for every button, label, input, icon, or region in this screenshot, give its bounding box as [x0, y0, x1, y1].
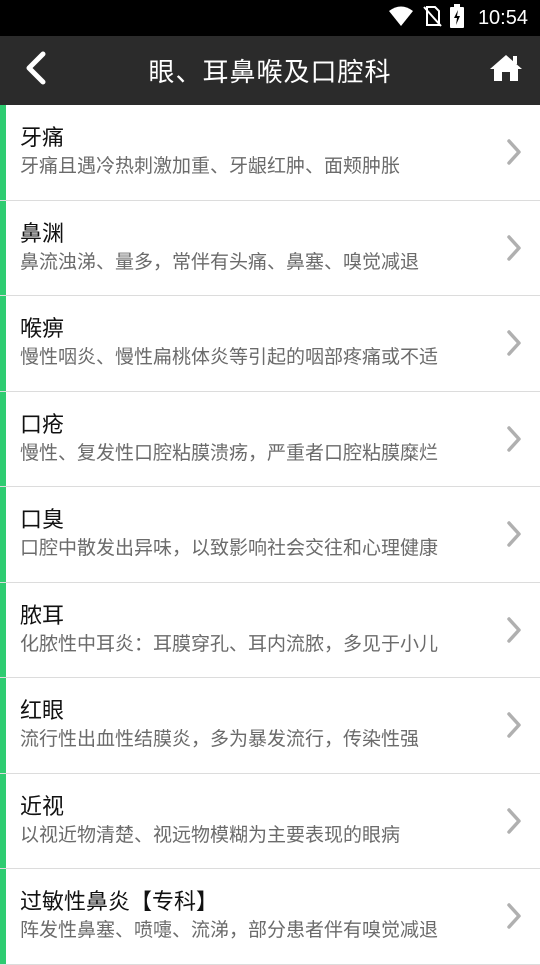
list-item-title: 口疮 [20, 412, 65, 438]
chevron-left-icon [24, 51, 48, 89]
list-item-description: 牙痛且遇冷热刺激加重、牙龈红肿、面颊肿胀 [20, 155, 401, 178]
list-item-title: 牙痛 [20, 126, 65, 152]
list-item-description: 阵发性鼻塞、喷嚏、流涕，部分患者伴有嗅觉减退 [20, 919, 439, 942]
back-button[interactable] [18, 50, 54, 90]
list-item-description: 鼻流浊涕、量多，常伴有头痛、鼻塞、嗅觉减退 [20, 250, 420, 273]
list-item-description: 慢性咽炎、慢性扁桃体炎等引起的咽部疼痛或不适 [20, 346, 439, 369]
list-item-description: 口腔中散发出异味，以致影响社会交往和心理健康 [20, 537, 439, 560]
list-item-title: 鼻渊 [20, 221, 65, 247]
list-item-description: 流行性出血性结膜炎，多为暴发流行，传染性强 [20, 728, 420, 751]
chevron-right-icon [494, 425, 534, 453]
list-item[interactable]: 口疮 慢性、复发性口腔粘膜溃疡，严重者口腔粘膜糜烂 [0, 391, 540, 487]
home-button[interactable] [488, 52, 524, 88]
list-item-description: 以视近物清楚、视远物模糊为主要表现的眼病 [20, 823, 401, 846]
condition-list: 牙痛 牙痛且遇冷热刺激加重、牙龈红肿、面颊肿胀 鼻渊 鼻流浊涕、量多，常伴有头痛… [0, 105, 540, 965]
list-item[interactable]: 近视 以视近物清楚、视远物模糊为主要表现的眼病 [0, 773, 540, 869]
chevron-right-icon [494, 329, 534, 357]
list-item-title: 喉痹 [20, 317, 65, 343]
list-item[interactable]: 鼻渊 鼻流浊涕、量多，常伴有头痛、鼻塞、嗅觉减退 [0, 200, 540, 296]
status-time: 10:54 [477, 6, 528, 29]
chevron-right-icon [494, 138, 534, 166]
app-bar: 眼、耳鼻喉及口腔科 [0, 36, 540, 105]
list-item[interactable]: 牙痛 牙痛且遇冷热刺激加重、牙龈红肿、面颊肿胀 [0, 105, 540, 201]
status-icons: 10:54 [388, 4, 528, 32]
list-item-title: 脓耳 [20, 603, 65, 629]
list-item[interactable]: 脓耳 化脓性中耳炎：耳膜穿孔、耳内流脓，多见于小儿 [0, 582, 540, 678]
list-item-description: 化脓性中耳炎：耳膜穿孔、耳内流脓，多见于小儿 [20, 632, 439, 655]
chevron-right-icon [494, 616, 534, 644]
battery-charging-icon [449, 4, 464, 32]
status-bar: 10:54 [0, 0, 540, 36]
list-item[interactable]: 红眼 流行性出血性结膜炎，多为暴发流行，传染性强 [0, 678, 540, 774]
list-item-title: 过敏性鼻炎【专科】 [20, 890, 219, 916]
chevron-right-icon [494, 711, 534, 739]
list-item-title: 红眼 [20, 699, 65, 725]
list-item[interactable]: 口臭 口腔中散发出异味，以致影响社会交往和心理健康 [0, 487, 540, 583]
chevron-right-icon [494, 902, 534, 930]
no-sim-icon [422, 5, 442, 31]
list-item-title: 口臭 [20, 508, 65, 534]
chevron-right-icon [494, 234, 534, 262]
home-icon [489, 53, 523, 87]
list-item[interactable]: 过敏性鼻炎【专科】 阵发性鼻塞、喷嚏、流涕，部分患者伴有嗅觉减退 [0, 869, 540, 965]
wifi-icon [388, 5, 414, 31]
chevron-right-icon [494, 520, 534, 548]
chevron-right-icon [494, 807, 534, 835]
list-item-title: 近视 [20, 794, 65, 820]
list-item[interactable]: 喉痹 慢性咽炎、慢性扁桃体炎等引起的咽部疼痛或不适 [0, 296, 540, 392]
page-title: 眼、耳鼻喉及口腔科 [148, 58, 392, 88]
list-item-description: 慢性、复发性口腔粘膜溃疡，严重者口腔粘膜糜烂 [20, 441, 439, 464]
